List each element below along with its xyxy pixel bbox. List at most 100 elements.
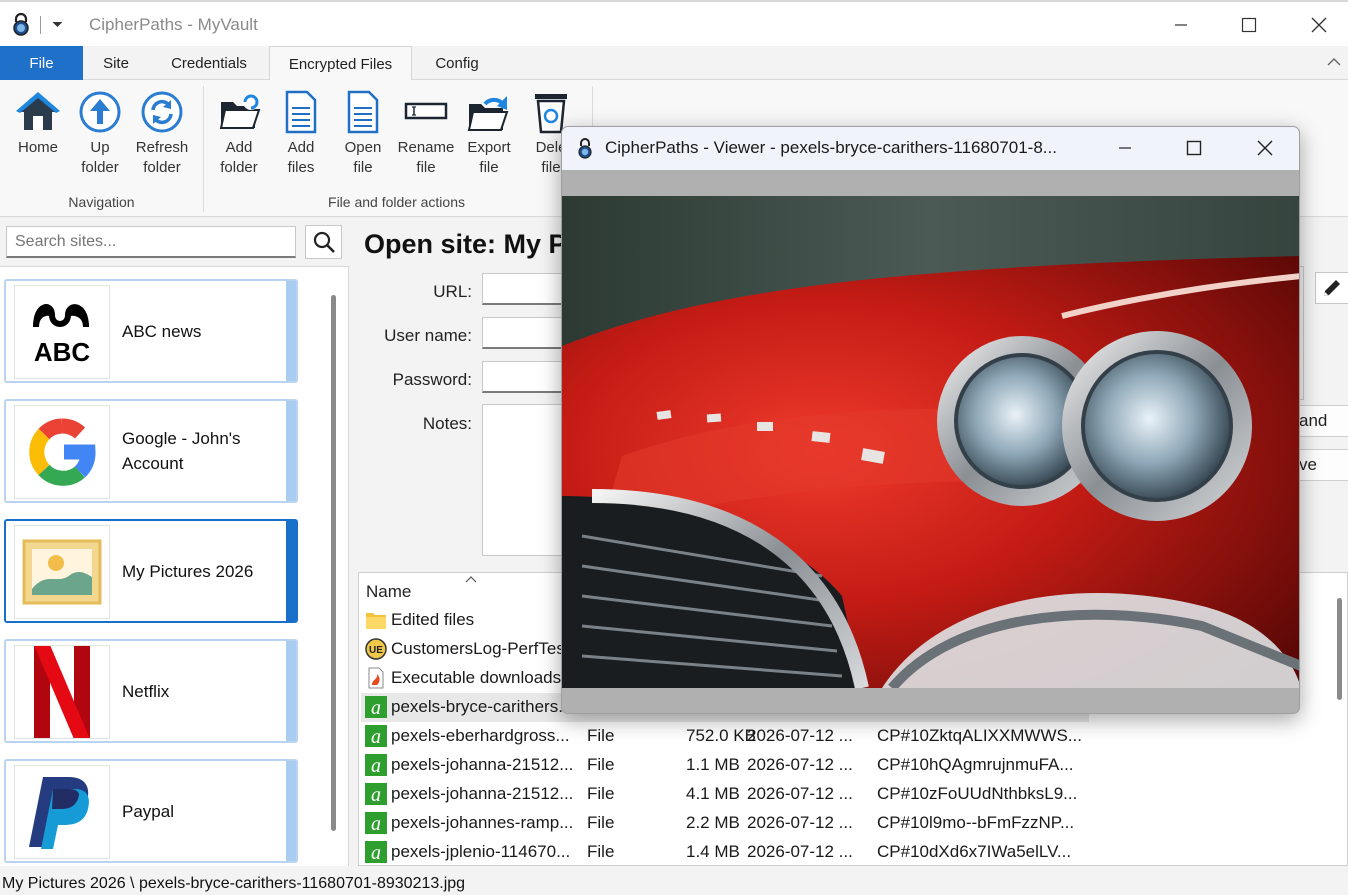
- file-row-pexels-johanna-2[interactable]: a pexels-johanna-21512... File 4.1 MB 20…: [361, 780, 1346, 809]
- file-row-pexels-jplenio[interactable]: a pexels-jplenio-114670... File 1.4 MB 2…: [361, 838, 1346, 865]
- up-folder-button[interactable]: Up folder: [69, 90, 131, 178]
- refresh-icon: [141, 91, 183, 133]
- viewer-title-bar[interactable]: CipherPaths - Viewer - pexels-bryce-cari…: [562, 127, 1299, 170]
- title-bar: ⏷ CipherPaths - MyVault: [0, 0, 1348, 46]
- maximize-button[interactable]: [1226, 10, 1272, 40]
- car-photo: [562, 196, 1299, 688]
- svg-text:ABC: ABC: [34, 337, 91, 367]
- file-cipher-name: CP#10zFoUUdNthbksL9...: [877, 784, 1078, 803]
- encrypted-image-icon: a: [365, 725, 387, 747]
- column-header-name[interactable]: Name: [366, 582, 411, 602]
- viewer-window[interactable]: CipherPaths - Viewer - pexels-bryce-cari…: [561, 126, 1300, 714]
- open-file-button[interactable]: Open file: [332, 90, 394, 178]
- file-cipher-name: CP#10ZktqALIXXMWWS...: [877, 726, 1082, 745]
- lock-icon[interactable]: [10, 12, 32, 36]
- abc-logo: ABC: [14, 285, 110, 379]
- file-name: Executable downloads: [391, 668, 562, 687]
- refresh-label-2: folder: [143, 159, 181, 176]
- site-name: My Pictures 2026: [122, 561, 254, 581]
- site-card-my-pictures[interactable]: My Pictures 2026: [4, 519, 298, 623]
- export-file-button[interactable]: Export file: [458, 90, 520, 178]
- encrypted-image-icon: a: [365, 812, 387, 834]
- file-type: File: [587, 813, 615, 832]
- file-row-pexels-johanna-1[interactable]: a pexels-johanna-21512... File 1.1 MB 20…: [361, 751, 1346, 780]
- window-title: CipherPaths - MyVault: [89, 15, 258, 34]
- file-name: pexels-johanna-21512...: [391, 755, 574, 774]
- file-row-pexels-johannes[interactable]: a pexels-johannes-ramp... File 2.2 MB 20…: [361, 809, 1346, 838]
- tab-config[interactable]: Config: [420, 46, 494, 80]
- notes-label: Notes:: [422, 414, 472, 433]
- encrypted-image-icon: a: [365, 754, 387, 776]
- password-field[interactable]: [482, 361, 572, 393]
- search-icon: [313, 231, 335, 253]
- file-type: File: [587, 842, 615, 861]
- open-file-label-2: file: [353, 159, 373, 176]
- open-file-icon: [347, 90, 379, 134]
- encrypted-image-icon: a: [365, 696, 387, 718]
- svg-text:a: a: [371, 784, 381, 805]
- minimize-icon: [1119, 147, 1131, 149]
- home-button[interactable]: Home: [7, 90, 69, 158]
- username-field[interactable]: [482, 317, 572, 349]
- minimize-button[interactable]: [1158, 10, 1204, 40]
- site-card-stripe: [286, 761, 296, 861]
- tab-file[interactable]: File: [0, 46, 83, 80]
- file-cipher-name: CP#10l9mo--bFmFzzNP...: [877, 813, 1075, 832]
- ue-file-icon: UE: [365, 638, 387, 660]
- viewer-maximize-button[interactable]: [1174, 133, 1214, 163]
- tab-encrypted-files[interactable]: Encrypted Files: [269, 46, 412, 81]
- file-row-pexels-eberhardgross[interactable]: a pexels-eberhardgross... File 752.0 KB …: [361, 722, 1346, 751]
- viewer-minimize-button[interactable]: [1105, 133, 1145, 163]
- group-navigation-label: Navigation: [68, 194, 135, 210]
- collapse-ribbon-icon[interactable]: [1326, 54, 1342, 70]
- site-card-google[interactable]: Google - John's Account: [4, 399, 298, 503]
- close-icon: [1257, 140, 1273, 156]
- search-button[interactable]: [305, 225, 342, 259]
- viewer-title: CipherPaths - Viewer - pexels-bryce-cari…: [605, 138, 1057, 157]
- tab-site[interactable]: Site: [90, 46, 142, 80]
- add-files-button[interactable]: Add files: [270, 90, 332, 178]
- file-size: 1.4 MB: [686, 842, 740, 861]
- viewer-image: [562, 196, 1299, 688]
- site-card-paypal[interactable]: Paypal: [4, 759, 298, 863]
- search-input[interactable]: [6, 226, 296, 258]
- rename-label-2: file: [416, 159, 436, 176]
- maximize-icon: [1241, 17, 1257, 33]
- add-files-icon: [285, 90, 317, 134]
- site-list-scrollbar[interactable]: [331, 295, 336, 831]
- exe-file-icon: [368, 667, 384, 689]
- titlebar-separator: [40, 16, 41, 34]
- site-card-stripe: [286, 521, 296, 621]
- notes-textarea[interactable]: [482, 404, 572, 556]
- group-file-actions-label: File and folder actions: [328, 194, 465, 210]
- up-label-1: Up: [90, 139, 110, 156]
- page-title: Open site: My P: [364, 229, 567, 259]
- paypal-logo: [14, 765, 110, 859]
- open-file-label-1: Open: [344, 139, 382, 156]
- viewer-close-button[interactable]: [1245, 133, 1285, 163]
- site-card-abc-news[interactable]: ABC ABC news: [4, 279, 298, 383]
- site-card-stripe: [286, 401, 296, 501]
- column-name-label: Name: [366, 582, 412, 601]
- url-field[interactable]: [482, 273, 572, 305]
- file-name: Edited files: [391, 610, 475, 629]
- file-list-scrollbar[interactable]: [1337, 598, 1342, 700]
- export-icon: [467, 96, 509, 131]
- add-folder-button[interactable]: Add folder: [208, 90, 270, 178]
- close-button[interactable]: [1296, 10, 1342, 40]
- refresh-folder-button[interactable]: Refresh folder: [131, 90, 193, 178]
- tab-credentials[interactable]: Credentials: [155, 46, 263, 80]
- file-date: 2026-07-12 ...: [747, 842, 853, 861]
- edit-button[interactable]: [1315, 272, 1348, 304]
- svg-text:a: a: [371, 842, 381, 863]
- svg-text:a: a: [371, 813, 381, 834]
- quick-access-dropdown-icon[interactable]: ⏷: [52, 16, 63, 33]
- up-label-2: folder: [81, 159, 119, 176]
- site-card-stripe: [286, 641, 296, 741]
- site-card-netflix[interactable]: Netflix: [4, 639, 298, 743]
- site-name: Netflix: [122, 681, 170, 701]
- file-cipher-name: CP#10hQAgmrujnmuFA...: [877, 755, 1074, 774]
- rename-file-button[interactable]: Rename file: [395, 90, 457, 178]
- status-path: My Pictures 2026 \ pexels-bryce-carither…: [2, 875, 466, 892]
- close-icon: [1311, 17, 1327, 33]
